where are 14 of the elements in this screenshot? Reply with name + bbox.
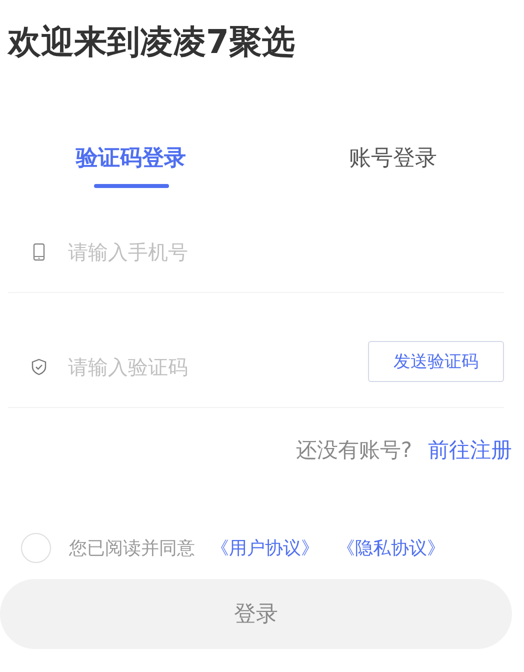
login-tab[interactable]: 验证码登录: [0, 144, 262, 188]
shield-check-icon: [30, 358, 48, 376]
send-code-button[interactable]: 发送验证码: [368, 340, 504, 382]
phone-field[interactable]: 请输入手机号: [66, 239, 504, 265]
code-field[interactable]: 请输入验证码: [66, 354, 368, 380]
agree-checkbox[interactable]: [21, 533, 51, 563]
login-button[interactable]: 登录: [0, 579, 512, 649]
register-link[interactable]: 前往注册: [428, 436, 512, 464]
agreement-link[interactable]: 《用户协议》: [211, 536, 319, 560]
register-prompt: 还没有账号?: [296, 437, 412, 464]
agreement-text: 您已阅读并同意: [69, 537, 195, 560]
agreement-link[interactable]: 《隐私协议》: [337, 536, 445, 560]
page-title: 欢迎来到凌凌7聚选: [6, 21, 296, 62]
login-tab[interactable]: 账号登录: [262, 144, 524, 188]
